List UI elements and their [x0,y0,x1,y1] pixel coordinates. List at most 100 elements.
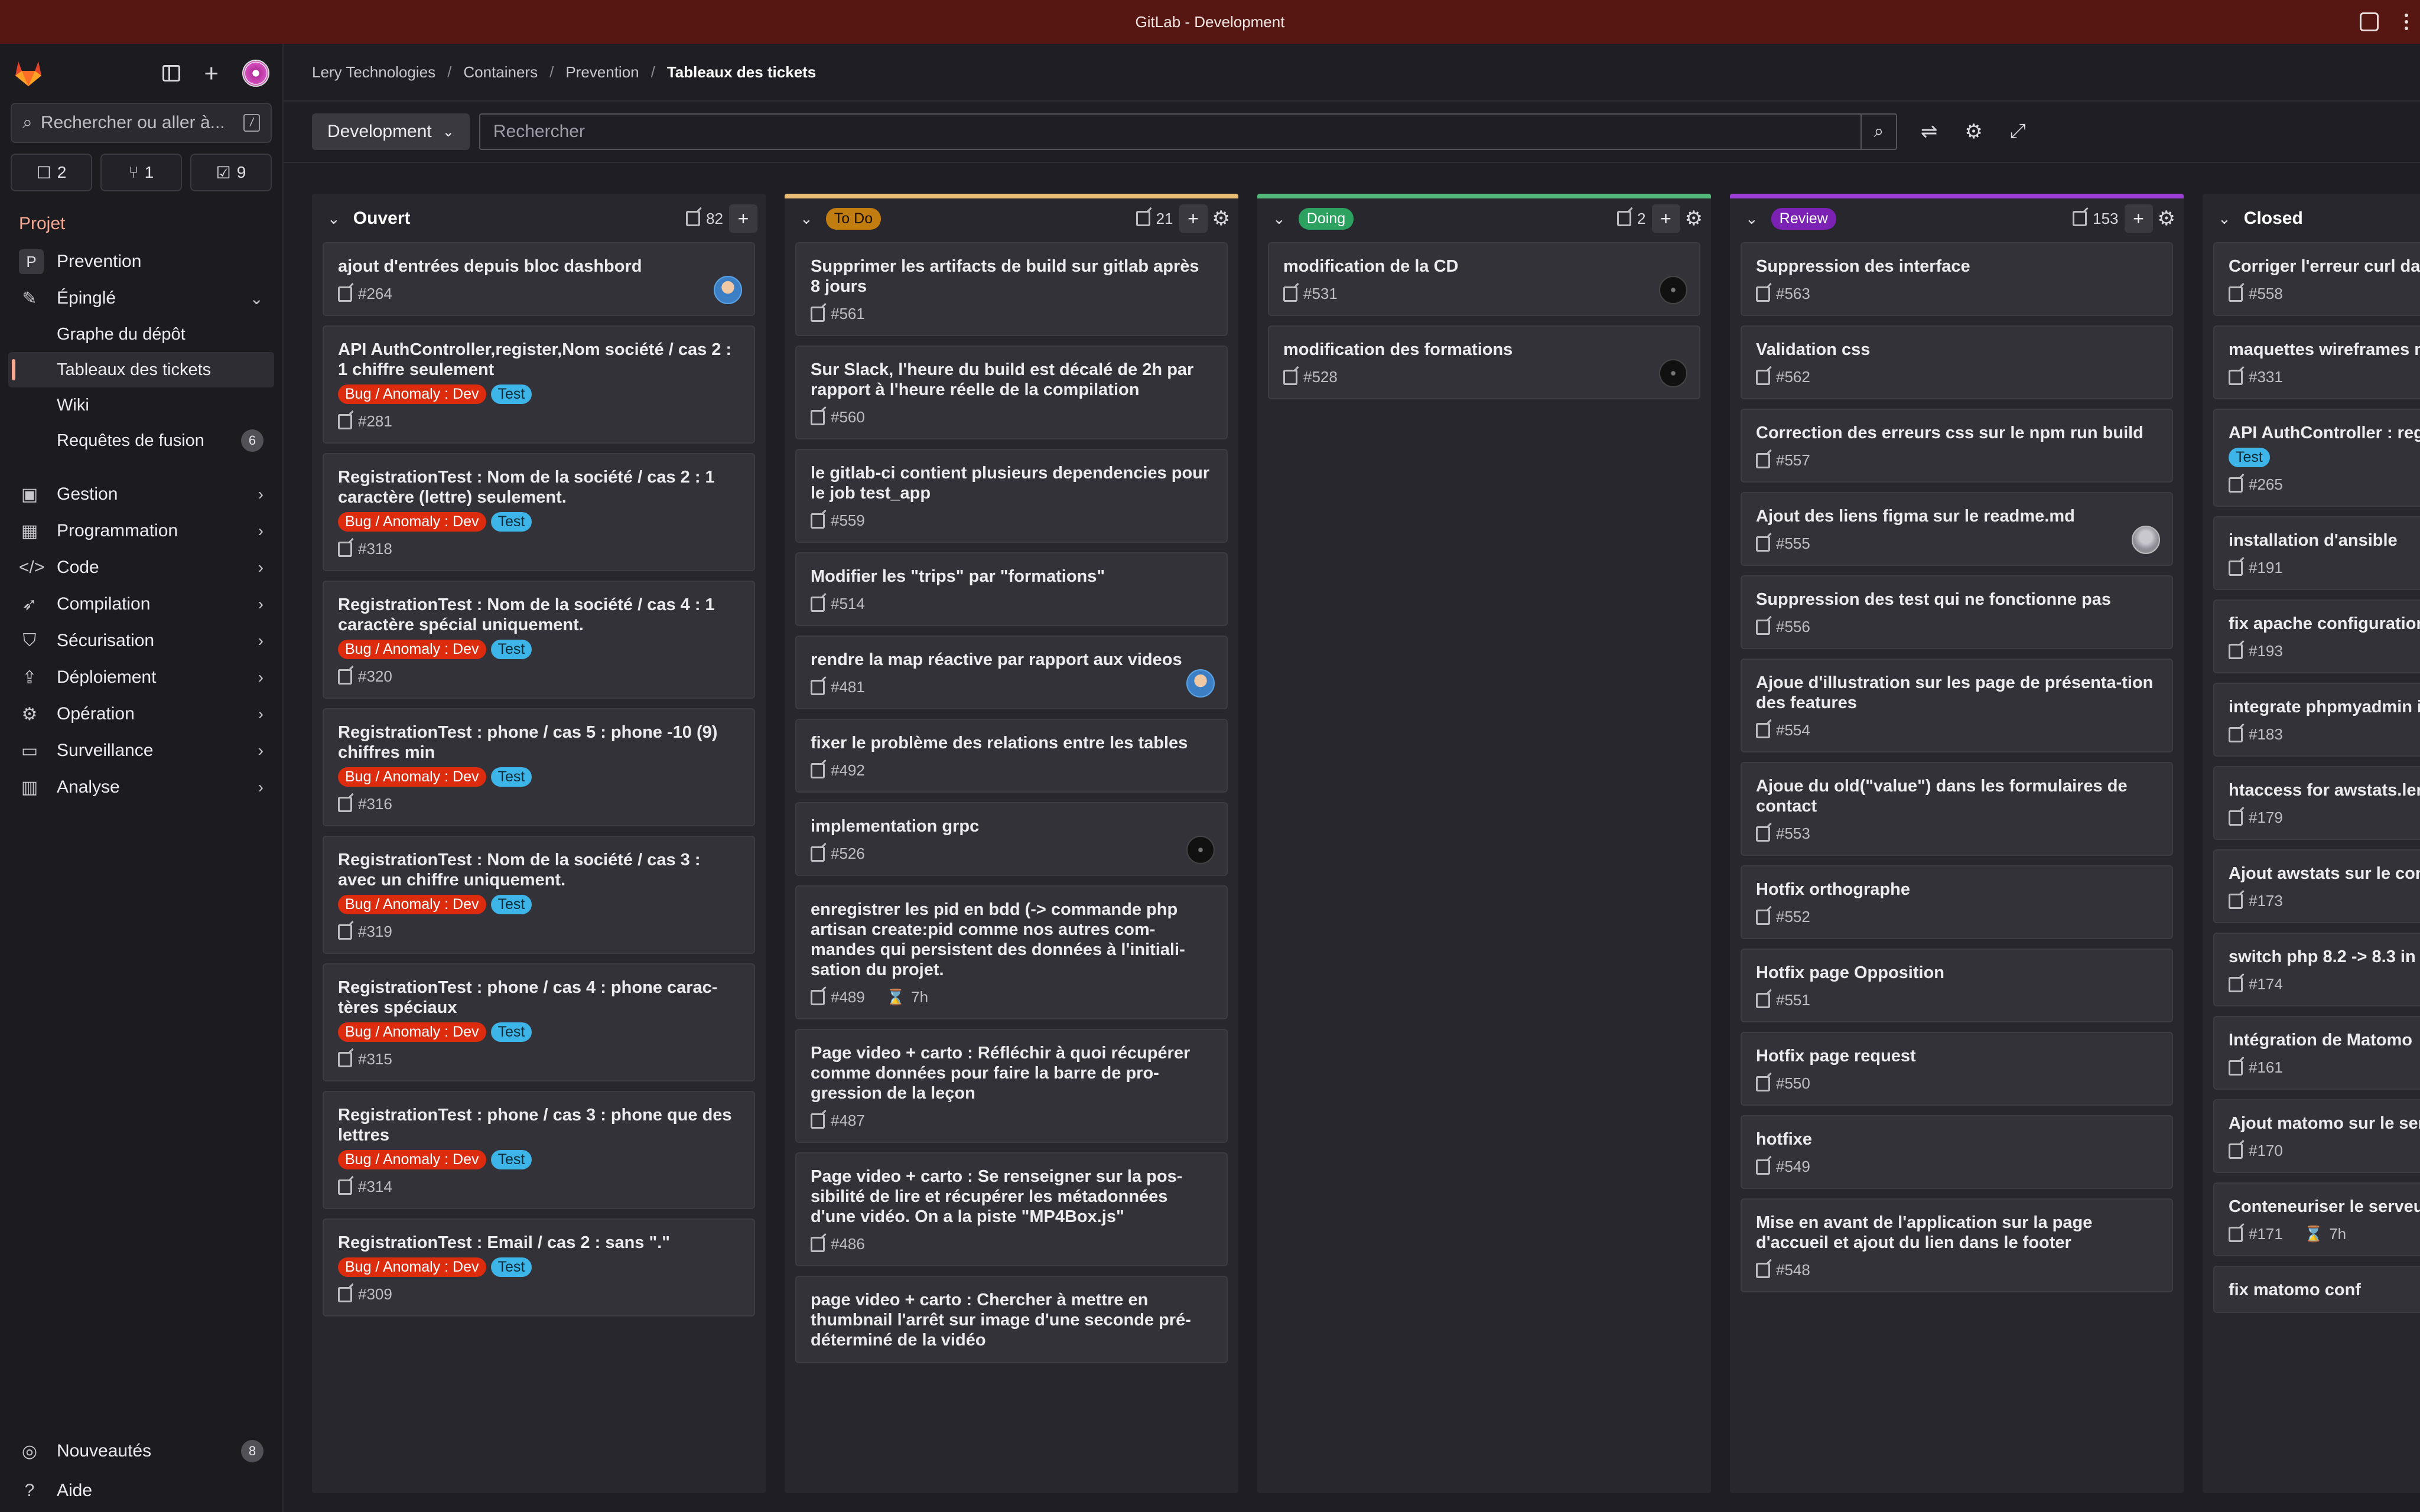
user-avatar[interactable] [242,60,269,87]
issue-card[interactable]: Ajoue d'illustration sur les page de pré… [1741,659,2173,752]
issue-title[interactable]: fixer le problème des relations entre le… [811,733,1212,753]
pinned-item-graph[interactable]: Graphe du dépôt [0,317,282,352]
issue-title[interactable]: Modifier les "trips" par "formations" [811,566,1212,586]
issue-card[interactable]: RegistrationTest : phone / cas 4 : phone… [323,963,755,1081]
issue-title[interactable]: htaccess for awstats.ler [2229,780,2420,800]
help-link[interactable]: ? Aide [0,1469,282,1512]
issue-title[interactable]: Supprimer les artifacts de build sur git… [811,256,1212,296]
nav-gestion[interactable]: ▣ Gestion › [0,476,282,513]
issue-title[interactable]: Corriger l'erreur curl dar [2229,256,2420,276]
issue-title[interactable]: fix apache configuration [2229,614,2420,634]
issue-title[interactable]: Conteneuriser le serveu [2229,1197,2420,1217]
issue-card[interactable]: maquettes wireframes m #331 [2213,325,2420,399]
board-select-dropdown[interactable]: Development ⌄ [312,113,470,150]
issue-title[interactable]: Intégration de Matomo [2229,1030,2413,1050]
issue-card[interactable]: ajout d'entrées depuis bloc dashbord #264 [323,242,755,316]
breadcrumb-item[interactable]: Containers [463,63,538,82]
issue-card[interactable]: RegistrationTest : phone / cas 3 : phone… [323,1091,755,1209]
breadcrumb-current[interactable]: Tableaux des tickets [667,63,816,82]
assignee-avatar[interactable] [1659,359,1687,387]
issue-card[interactable]: implementation grpc #526 [795,802,1228,876]
issue-card[interactable]: Page video + carto : Réfléchir à quoi ré… [795,1029,1228,1143]
issue-card[interactable]: Correction des erreurs css sur le npm ru… [1741,409,2173,483]
fullscreen-icon[interactable]: ⤢ [2010,120,2026,144]
issue-title[interactable]: Page video + carto : Se renseigner sur l… [811,1166,1212,1227]
pinned-item-merge-requests[interactable]: Requêtes de fusion 6 [0,423,282,458]
label-bug[interactable]: Bug / Anomaly : Dev [338,767,486,787]
issue-card[interactable]: Supprimer les artifacts de build sur git… [795,242,1228,336]
issue-title[interactable]: Validation css [1756,340,2158,360]
issue-title[interactable]: RegistrationTest : phone / cas 4 : phone… [338,977,740,1018]
label-test[interactable]: Test [490,512,532,532]
issue-title[interactable]: Suppression des interface [1756,256,2158,276]
issue-title[interactable]: integrate phpmyadmin in [2229,697,2420,717]
extension-icon[interactable] [2360,12,2379,31]
issue-title[interactable]: hotfixe [1756,1129,2158,1149]
issue-card[interactable]: API AuthController,register,Nom société … [323,325,755,444]
nav-code[interactable]: </> Code › [0,549,282,586]
list-settings-icon[interactable]: ⚙ [2158,207,2175,230]
issue-title[interactable]: Sur Slack, l'heure du build est décalé d… [811,360,1212,400]
issue-title[interactable]: Correction des erreurs css sur le npm ru… [1756,423,2158,443]
search-button[interactable]: ⌕ [1861,113,1897,150]
assignee-avatar[interactable] [2132,526,2160,554]
issue-card[interactable]: RegistrationTest : Nom de la société / c… [323,836,755,954]
issue-card[interactable]: installation d'ansible #191 [2213,516,2420,590]
issue-title[interactable]: Ajout awstats sur le con [2229,863,2420,884]
issue-title[interactable]: Mise en avant de l'application sur la pa… [1756,1213,2158,1253]
pinned-item-issue-boards[interactable]: Tableaux des tickets [8,352,274,387]
collapse-list-icon[interactable]: ⌄ [327,210,340,228]
issue-card[interactable]: Modifier les "trips" par "formations" #51… [795,552,1228,626]
issue-title[interactable]: Ajout matomo sur le ser [2229,1113,2420,1133]
issue-title[interactable]: Suppression des test qui ne fonctionne p… [1756,589,2158,610]
issue-title[interactable]: RegistrationTest : phone / cas 5 : phone… [338,722,740,762]
list-settings-icon[interactable]: ⚙ [1212,207,1230,230]
project-link[interactable]: P Prevention [0,243,282,280]
issue-card[interactable]: Validation css #562 [1741,325,2173,399]
issue-card[interactable]: Ajout awstats sur le con #173 [2213,849,2420,923]
label-test[interactable]: Test [2229,448,2270,467]
nav-programmation[interactable]: ▦ Programmation › [0,513,282,549]
issue-title[interactable]: RegistrationTest : Nom de la société / c… [338,467,740,507]
issue-card[interactable]: fix apache configuration #193 [2213,599,2420,673]
nav-deploiement[interactable]: ⇪ Déploiement › [0,659,282,696]
issue-card[interactable]: Sur Slack, l'heure du build est décalé d… [795,346,1228,439]
label-test[interactable]: Test [490,1150,532,1169]
issue-card[interactable]: Conteneuriser le serveu #171 ⌛ 7h [2213,1182,2420,1256]
label-bug[interactable]: Bug / Anomaly : Dev [338,1150,486,1169]
issue-card[interactable]: API AuthController : regi Test #265 [2213,409,2420,507]
pinned-toggle[interactable]: ✎ Épinglé ⌄ [0,280,282,317]
issue-title[interactable]: page video + carto : Chercher à mettre e… [811,1290,1212,1350]
issue-title[interactable]: RegistrationTest : Email / cas 2 : sans … [338,1233,740,1253]
issue-card[interactable]: modification des formations #528 [1268,325,1700,399]
breadcrumb-item[interactable]: Prevention [565,63,639,82]
collapse-list-icon[interactable]: ⌄ [800,210,813,228]
issue-title[interactable]: Hotfix orthographe [1756,879,2158,900]
issue-card[interactable]: Suppression des test qui ne fonctionne p… [1741,575,2173,649]
issue-title[interactable]: modification de la CD [1283,256,1685,276]
issue-card[interactable]: Corriger l'erreur curl dar #558 [2213,242,2420,316]
issue-card[interactable]: Hotfix page request #550 [1741,1032,2173,1106]
issue-card[interactable]: Ajout matomo sur le ser #170 [2213,1099,2420,1173]
issue-title[interactable]: API AuthController : regi [2229,423,2420,443]
assignee-avatar[interactable] [1186,669,1215,698]
label-test[interactable]: Test [490,1022,532,1042]
pinned-item-wiki[interactable]: Wiki [0,387,282,423]
issue-title[interactable]: maquettes wireframes m [2229,340,2420,360]
issue-card[interactable]: RegistrationTest : phone / cas 5 : phone… [323,708,755,826]
issue-title[interactable]: fix matomo conf [2229,1280,2413,1300]
filter-settings-icon[interactable]: ⇌ [1921,120,1938,144]
issue-card[interactable]: Ajoue du old("value") dans les formulair… [1741,762,2173,856]
issue-card[interactable]: page video + carto : Chercher à mettre e… [795,1276,1228,1363]
issue-card[interactable]: switch php 8.2 -> 8.3 in #174 [2213,933,2420,1006]
issue-card[interactable]: modification de la CD #531 [1268,242,1700,316]
merge-requests-button[interactable]: ⑂ 1 [100,154,182,191]
issue-card[interactable]: RegistrationTest : Nom de la société / c… [323,581,755,699]
kebab-menu-icon[interactable] [2405,14,2408,30]
board-search-input[interactable]: Rechercher [479,113,1862,150]
breadcrumb-item[interactable]: Lery Technologies [312,63,435,82]
issue-card[interactable]: hotfixe #549 [1741,1115,2173,1189]
label-bug[interactable]: Bug / Anomaly : Dev [338,1022,486,1042]
add-issue-button[interactable]: + [2124,204,2153,233]
add-issue-button[interactable]: + [1651,204,1680,233]
